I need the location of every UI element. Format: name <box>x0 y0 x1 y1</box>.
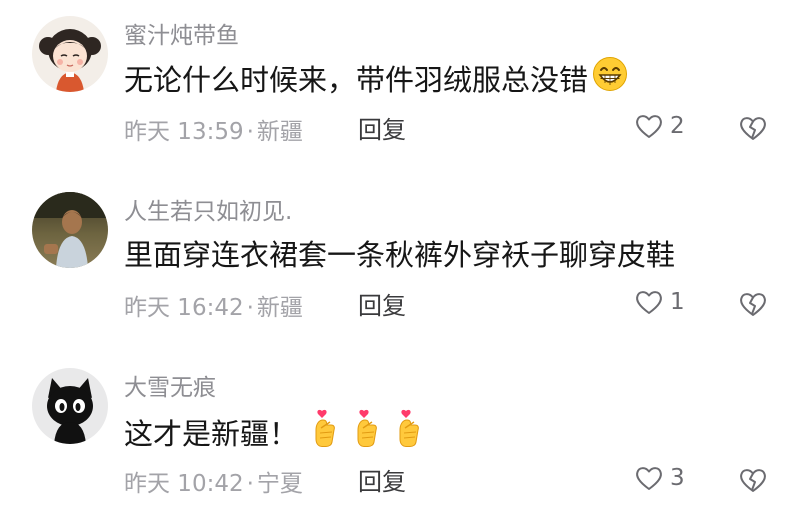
reply-button[interactable]: 回复 <box>358 462 406 497</box>
dislike-button[interactable] <box>738 290 768 322</box>
comment-location: 宁夏 <box>256 471 303 497</box>
like-count: 1 <box>670 289 685 315</box>
like-count: 3 <box>670 465 685 491</box>
avatar[interactable] <box>32 16 108 92</box>
comment-item: 人生若只如初见. 里面穿连衣裙套一条秋裤外穿袄子聊穿皮鞋 昨天 16:42 · 新疆… <box>0 184 800 354</box>
cartoon-girl-avatar-icon <box>32 16 108 92</box>
comment-item: 蜜汁炖带鱼 无论什么时候来，带件羽绒服总没错 昨天 13:59 · 新疆 回复 2 <box>0 8 800 178</box>
dislike-button[interactable] <box>738 114 768 146</box>
username[interactable]: 人生若只如初见. <box>124 192 292 226</box>
comment-text: 无论什么时候来，带件羽绒服总没错 <box>124 62 589 97</box>
comment-time: 昨天 10:42 <box>124 471 244 497</box>
broken-heart-icon <box>740 117 766 140</box>
avatar[interactable] <box>32 368 108 444</box>
grinning-face-icon <box>592 56 628 99</box>
username[interactable]: 蜜汁炖带鱼 <box>124 16 239 50</box>
like-count: 2 <box>670 113 685 139</box>
finger-heart-icon <box>394 408 424 455</box>
reply-button[interactable]: 回复 <box>358 110 406 145</box>
comment-text-row: 这才是新疆！ <box>124 408 424 455</box>
black-cat-avatar-icon <box>32 368 108 444</box>
comment-time: 昨天 16:42 <box>124 295 244 321</box>
heart-outline-icon <box>636 291 662 314</box>
like-button[interactable]: 2 <box>634 112 685 140</box>
comment-location: 新疆 <box>256 295 303 321</box>
like-button[interactable]: 3 <box>634 464 685 492</box>
finger-heart-icon <box>352 408 382 455</box>
comment-time: 昨天 13:59 <box>124 119 244 145</box>
child-photo-avatar-icon <box>32 192 108 268</box>
like-button[interactable]: 1 <box>634 288 685 316</box>
dislike-button[interactable] <box>738 466 768 498</box>
comment-meta: 昨天 13:59 · 新疆 <box>124 112 303 146</box>
meta-separator: · <box>246 119 254 145</box>
meta-separator: · <box>246 471 254 497</box>
comment-meta: 昨天 10:42 · 宁夏 <box>124 464 303 498</box>
meta-separator: · <box>246 295 254 321</box>
comment-text-row: 无论什么时候来，带件羽绒服总没错 <box>124 56 628 99</box>
broken-heart-icon <box>740 293 766 316</box>
comment-text-row: 里面穿连衣裙套一条秋裤外穿袄子聊穿皮鞋 <box>124 232 675 274</box>
reply-button[interactable]: 回复 <box>358 286 406 321</box>
comment-location: 新疆 <box>256 119 303 145</box>
comment-item: 大雪无痕 这才是新疆！ 昨天 10:42 · 宁夏 回复 3 <box>0 360 800 530</box>
finger-heart-icon <box>310 408 340 455</box>
comment-text: 里面穿连衣裙套一条秋裤外穿袄子聊穿皮鞋 <box>124 238 676 272</box>
avatar[interactable] <box>32 192 108 268</box>
comment-meta: 昨天 16:42 · 新疆 <box>124 288 303 322</box>
broken-heart-icon <box>740 469 766 492</box>
username[interactable]: 大雪无痕 <box>124 368 216 402</box>
heart-outline-icon <box>636 115 662 138</box>
heart-outline-icon <box>636 467 662 490</box>
comment-text: 这才是新疆！ <box>124 416 299 451</box>
